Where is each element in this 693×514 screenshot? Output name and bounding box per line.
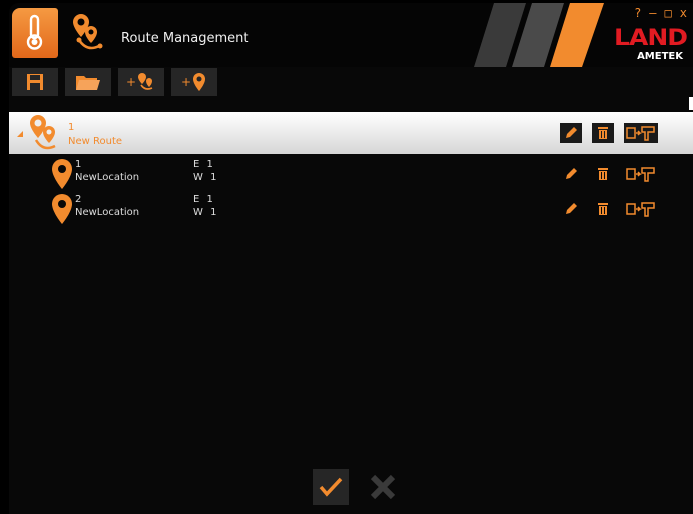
edit-button[interactable]: [560, 164, 582, 184]
location-pin-icon: [52, 159, 72, 189]
route-icon: [69, 12, 111, 60]
location-value-2: W 1: [193, 172, 219, 183]
transfer-to-device-icon: [626, 202, 655, 217]
route-actions: [560, 123, 658, 143]
location-actions: [560, 199, 658, 219]
folder-icon: [76, 76, 100, 90]
open-button[interactable]: [65, 68, 111, 96]
route-icon: [138, 73, 153, 90]
window-title: Route Management: [121, 31, 249, 46]
pencil-icon: [566, 168, 577, 179]
route-management-window: Route Management ? – □ x LAND AMETEK + +…: [9, 3, 693, 514]
location-pin-icon: [193, 73, 206, 91]
transfer-to-device-icon: [626, 126, 655, 141]
location-row[interactable]: 2 NewLocation E 1 W 1: [9, 191, 693, 229]
transfer-button[interactable]: [624, 199, 658, 219]
close-x-icon: [370, 474, 396, 500]
delete-button[interactable]: [592, 199, 614, 219]
land-logo: LAND: [614, 24, 688, 51]
help-button[interactable]: ?: [634, 6, 641, 20]
pencil-icon: [566, 203, 577, 214]
add-route-button[interactable]: +: [118, 68, 164, 96]
transfer-button[interactable]: [624, 123, 658, 143]
plus-label: +: [125, 75, 137, 89]
minimize-button[interactable]: –: [649, 6, 656, 20]
location-value-1: E 1: [193, 159, 215, 170]
window-controls: ? – □ x: [634, 6, 687, 20]
floppy-disk-icon: [27, 74, 43, 90]
add-location-button[interactable]: +: [171, 68, 217, 96]
location-pin-icon: [52, 194, 72, 224]
close-button[interactable]: x: [680, 6, 687, 20]
route-name: New Route: [68, 136, 123, 147]
trash-icon: [598, 168, 608, 180]
edit-button[interactable]: [560, 199, 582, 219]
location-row[interactable]: 1 NewLocation E 1 W 1: [9, 156, 693, 194]
location-value-2: W 1: [193, 207, 219, 218]
title-bar: Route Management ? – □ x LAND AMETEK: [9, 3, 693, 67]
location-value-1: E 1: [193, 194, 215, 205]
location-number: 1: [75, 159, 82, 170]
edit-button[interactable]: [560, 123, 582, 143]
scrollbar-thumb[interactable]: [689, 97, 693, 110]
ok-button[interactable]: [313, 469, 349, 505]
expand-toggle-icon[interactable]: [17, 131, 23, 137]
location-actions: [560, 164, 658, 184]
trash-icon: [598, 203, 608, 215]
ametek-logo: AMETEK: [637, 51, 683, 62]
maximize-button[interactable]: □: [665, 6, 672, 20]
delete-button[interactable]: [592, 123, 614, 143]
cancel-button[interactable]: [365, 469, 401, 505]
plus-label: +: [180, 75, 192, 89]
location-number: 2: [75, 194, 82, 205]
delete-button[interactable]: [592, 164, 614, 184]
save-button[interactable]: [12, 68, 58, 96]
location-name: NewLocation: [75, 207, 140, 218]
route-row[interactable]: 1 New Route: [9, 112, 693, 154]
app-thermometer-icon[interactable]: [12, 8, 58, 58]
toolbar: + +: [12, 68, 217, 100]
trash-icon: [598, 127, 608, 139]
route-number: 1: [68, 122, 75, 133]
transfer-to-device-icon: [626, 167, 655, 182]
decorative-stripes: [474, 3, 604, 67]
location-name: NewLocation: [75, 172, 140, 183]
route-icon: [30, 115, 56, 150]
pencil-icon: [566, 127, 577, 138]
check-icon: [319, 477, 343, 497]
transfer-button[interactable]: [624, 164, 658, 184]
